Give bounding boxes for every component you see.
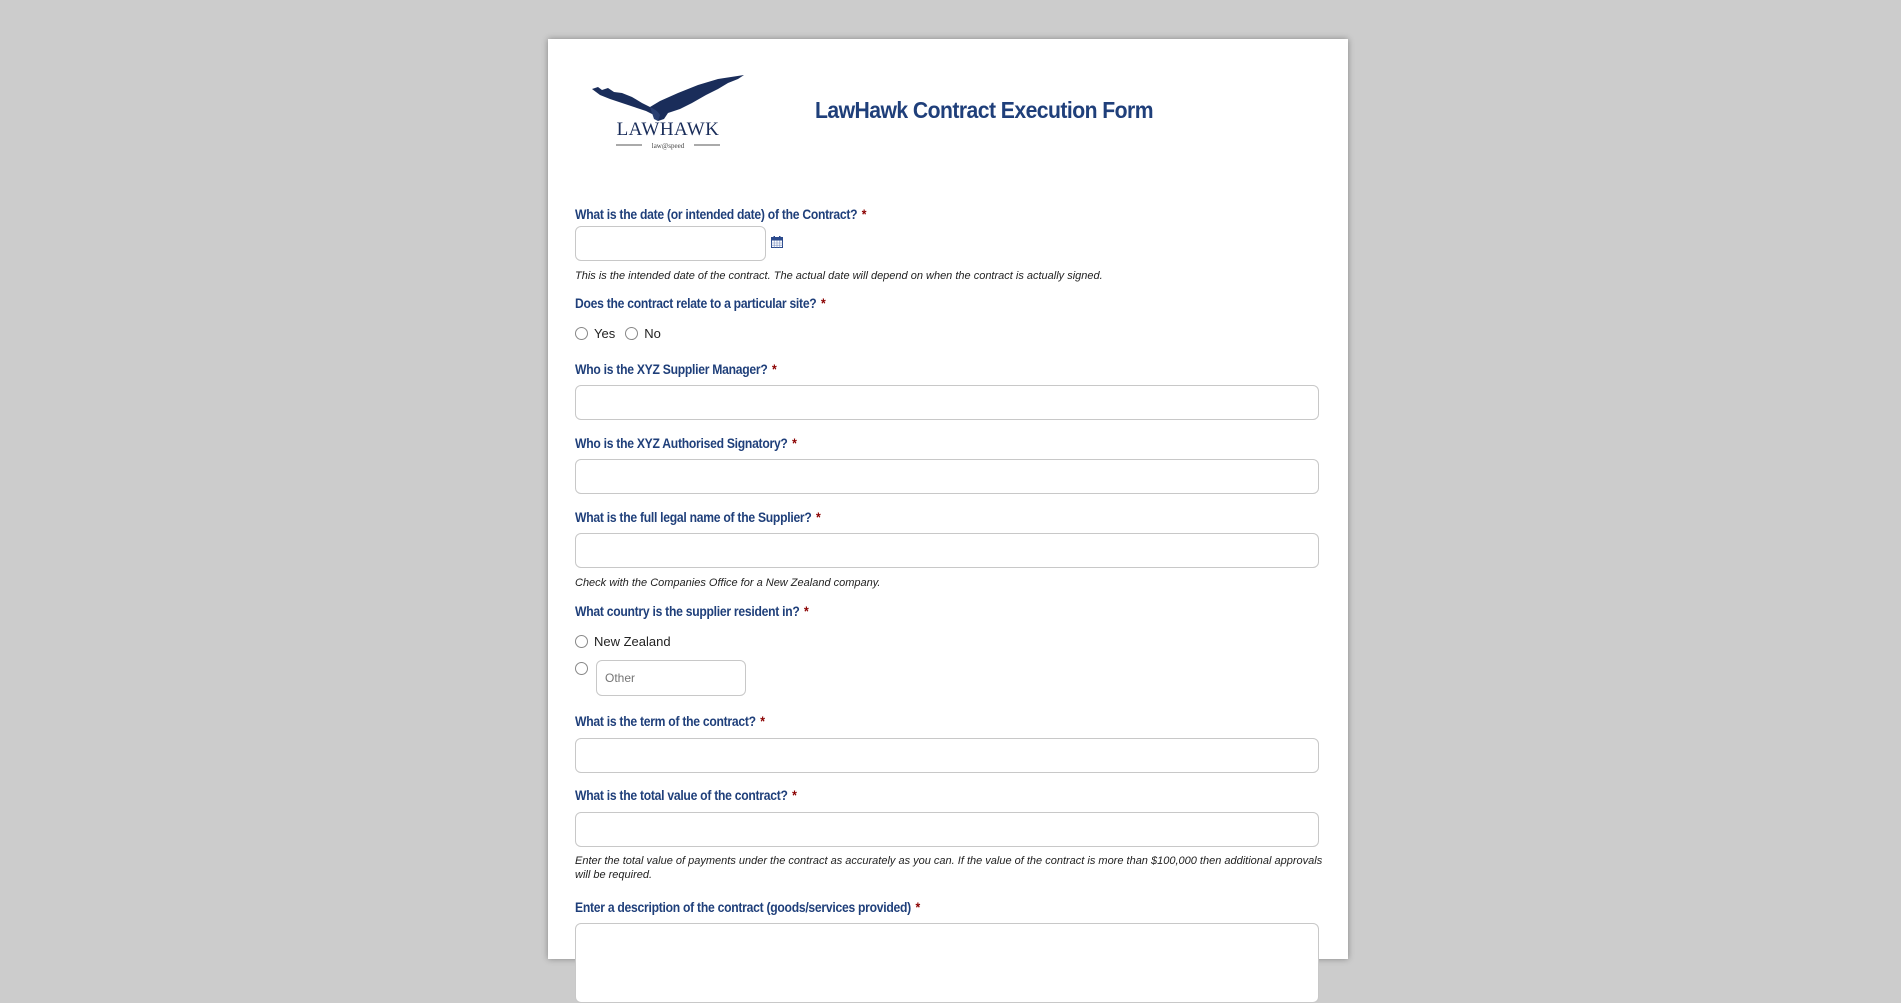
country-other-option	[575, 662, 594, 675]
site-no-radio[interactable]	[625, 327, 639, 340]
lawhawk-logo: LAWHAWK law@speed	[592, 75, 744, 150]
required-marker: *	[792, 436, 797, 451]
country-nz-label[interactable]: New Zealand	[594, 634, 671, 649]
value-question-label: What is the total value of the contract?…	[575, 788, 797, 803]
site-radio-group: Yes No	[575, 326, 671, 341]
form-header: LAWHAWK law@speed LawHawk Contract Execu…	[548, 39, 1348, 169]
required-marker: *	[861, 207, 867, 222]
svg-text:law@speed: law@speed	[652, 142, 685, 150]
supplier-manager-input[interactable]	[575, 385, 1319, 420]
required-marker: *	[772, 362, 777, 377]
supplier-name-label: What is the full legal name of the Suppl…	[575, 510, 821, 525]
site-no-label[interactable]: No	[644, 326, 661, 341]
term-question-label: What is the term of the contract? *	[575, 714, 765, 729]
country-other-input[interactable]	[596, 660, 746, 696]
contract-term-input[interactable]	[575, 738, 1319, 773]
required-marker: *	[820, 296, 826, 311]
supplier-name-help-text: Check with the Companies Office for a Ne…	[575, 577, 881, 589]
contract-value-input[interactable]	[575, 812, 1319, 847]
required-marker: *	[915, 900, 920, 915]
country-question-label: What country is the supplier resident in…	[575, 604, 809, 619]
site-question-label: Does the contract relate to a particular…	[575, 296, 826, 311]
site-yes-label[interactable]: Yes	[594, 326, 615, 341]
supplier-manager-label: Who is the XYZ Supplier Manager? *	[575, 362, 777, 377]
form-title: LawHawk Contract Execution Form	[815, 97, 1154, 123]
description-question-label: Enter a description of the contract (goo…	[575, 900, 920, 915]
value-help-text: Enter the total value of payments under …	[575, 855, 1323, 881]
date-help-text: This is the intended date of the contrac…	[575, 270, 1103, 282]
site-yes-radio[interactable]	[575, 327, 588, 340]
calendar-icon[interactable]	[771, 236, 783, 248]
country-nz-radio[interactable]	[575, 635, 588, 648]
contract-description-textarea[interactable]	[575, 923, 1319, 1003]
hawk-icon	[592, 75, 744, 121]
date-question-label: What is the date (or intended date) of t…	[575, 207, 867, 222]
required-marker: *	[804, 604, 809, 619]
required-marker: *	[816, 510, 821, 525]
authorised-signatory-input[interactable]	[575, 459, 1319, 494]
svg-text:LAWHAWK: LAWHAWK	[617, 119, 720, 140]
country-other-radio[interactable]	[575, 662, 588, 675]
contract-date-input[interactable]	[575, 226, 766, 261]
required-marker: *	[760, 714, 765, 729]
country-nz-option: New Zealand	[575, 634, 681, 649]
supplier-name-input[interactable]	[575, 533, 1319, 568]
required-marker: *	[792, 788, 797, 803]
authorised-signatory-label: Who is the XYZ Authorised Signatory? *	[575, 436, 797, 451]
form-card: LAWHAWK law@speed LawHawk Contract Execu…	[548, 39, 1348, 1003]
